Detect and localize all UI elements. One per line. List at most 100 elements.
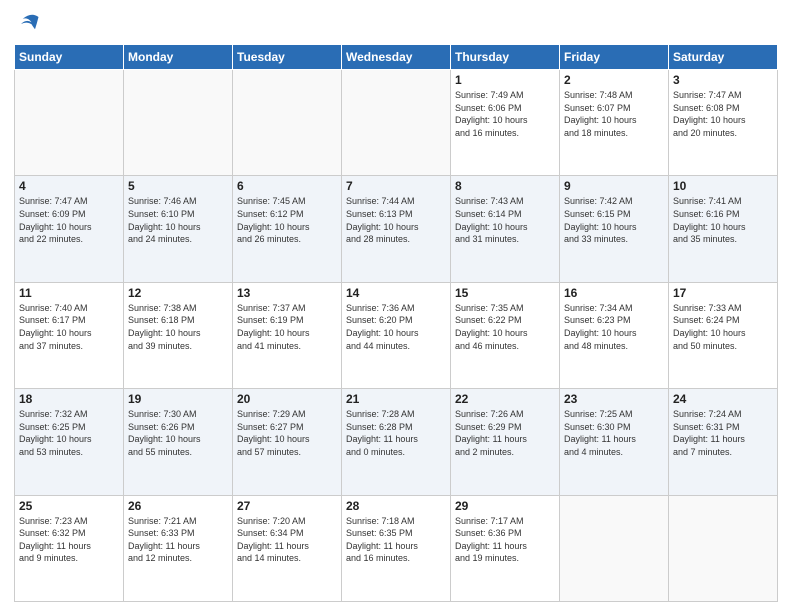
weekday-wednesday: Wednesday (342, 45, 451, 70)
weekday-header-row: SundayMondayTuesdayWednesdayThursdayFrid… (15, 45, 778, 70)
day-info: Sunrise: 7:32 AM Sunset: 6:25 PM Dayligh… (19, 408, 119, 458)
day-number: 1 (455, 73, 555, 87)
day-info: Sunrise: 7:18 AM Sunset: 6:35 PM Dayligh… (346, 515, 446, 565)
day-number: 24 (673, 392, 773, 406)
calendar-cell: 19 Sunrise: 7:30 AM Sunset: 6:26 PM Dayli… (124, 389, 233, 495)
day-info: Sunrise: 7:26 AM Sunset: 6:29 PM Dayligh… (455, 408, 555, 458)
calendar-cell (342, 70, 451, 176)
day-number: 14 (346, 286, 446, 300)
day-info: Sunrise: 7:28 AM Sunset: 6:28 PM Dayligh… (346, 408, 446, 458)
calendar-cell: 29 Sunrise: 7:17 AM Sunset: 6:36 PM Dayli… (451, 495, 560, 601)
day-number: 10 (673, 179, 773, 193)
day-number: 25 (19, 499, 119, 513)
day-info: Sunrise: 7:45 AM Sunset: 6:12 PM Dayligh… (237, 195, 337, 245)
calendar-cell: 3 Sunrise: 7:47 AM Sunset: 6:08 PM Daylig… (669, 70, 778, 176)
day-number: 2 (564, 73, 664, 87)
day-info: Sunrise: 7:24 AM Sunset: 6:31 PM Dayligh… (673, 408, 773, 458)
calendar-row: 25 Sunrise: 7:23 AM Sunset: 6:32 PM Dayli… (15, 495, 778, 601)
day-number: 9 (564, 179, 664, 193)
day-number: 23 (564, 392, 664, 406)
day-info: Sunrise: 7:35 AM Sunset: 6:22 PM Dayligh… (455, 302, 555, 352)
calendar-cell: 17 Sunrise: 7:33 AM Sunset: 6:24 PM Dayli… (669, 282, 778, 388)
day-info: Sunrise: 7:47 AM Sunset: 6:08 PM Dayligh… (673, 89, 773, 139)
calendar-cell: 10 Sunrise: 7:41 AM Sunset: 6:16 PM Dayli… (669, 176, 778, 282)
day-info: Sunrise: 7:29 AM Sunset: 6:27 PM Dayligh… (237, 408, 337, 458)
calendar-cell (15, 70, 124, 176)
weekday-sunday: Sunday (15, 45, 124, 70)
day-info: Sunrise: 7:42 AM Sunset: 6:15 PM Dayligh… (564, 195, 664, 245)
day-info: Sunrise: 7:44 AM Sunset: 6:13 PM Dayligh… (346, 195, 446, 245)
calendar-cell: 6 Sunrise: 7:45 AM Sunset: 6:12 PM Daylig… (233, 176, 342, 282)
calendar-cell: 21 Sunrise: 7:28 AM Sunset: 6:28 PM Dayli… (342, 389, 451, 495)
day-number: 21 (346, 392, 446, 406)
day-info: Sunrise: 7:49 AM Sunset: 6:06 PM Dayligh… (455, 89, 555, 139)
calendar-row: 1 Sunrise: 7:49 AM Sunset: 6:06 PM Daylig… (15, 70, 778, 176)
day-info: Sunrise: 7:21 AM Sunset: 6:33 PM Dayligh… (128, 515, 228, 565)
weekday-monday: Monday (124, 45, 233, 70)
calendar-cell: 5Sunrise: 7:46 AM Sunset: 6:10 PM Daylig… (124, 176, 233, 282)
day-number: 29 (455, 499, 555, 513)
day-info: Sunrise: 7:30 AM Sunset: 6:26 PM Dayligh… (128, 408, 228, 458)
day-number: 12 (128, 286, 228, 300)
calendar-cell: 20 Sunrise: 7:29 AM Sunset: 6:27 PM Dayli… (233, 389, 342, 495)
calendar-cell: 8 Sunrise: 7:43 AM Sunset: 6:14 PM Daylig… (451, 176, 560, 282)
calendar-cell: 1 Sunrise: 7:49 AM Sunset: 6:06 PM Daylig… (451, 70, 560, 176)
calendar-cell: 13Sunrise: 7:37 AM Sunset: 6:19 PM Dayli… (233, 282, 342, 388)
day-number: 3 (673, 73, 773, 87)
logo-icon (14, 10, 42, 38)
day-number: 22 (455, 392, 555, 406)
day-number: 16 (564, 286, 664, 300)
calendar-cell: 11 Sunrise: 7:40 AM Sunset: 6:17 PM Dayli… (15, 282, 124, 388)
weekday-saturday: Saturday (669, 45, 778, 70)
calendar-cell: 12 Sunrise: 7:38 AM Sunset: 6:18 PM Dayli… (124, 282, 233, 388)
day-number: 8 (455, 179, 555, 193)
weekday-tuesday: Tuesday (233, 45, 342, 70)
page-header (14, 10, 778, 38)
day-info: Sunrise: 7:33 AM Sunset: 6:24 PM Dayligh… (673, 302, 773, 352)
calendar-cell: 26 Sunrise: 7:21 AM Sunset: 6:33 PM Dayli… (124, 495, 233, 601)
calendar-row: 18 Sunrise: 7:32 AM Sunset: 6:25 PM Dayli… (15, 389, 778, 495)
day-info: Sunrise: 7:23 AM Sunset: 6:32 PM Dayligh… (19, 515, 119, 565)
day-number: 19 (128, 392, 228, 406)
calendar-table: SundayMondayTuesdayWednesdayThursdayFrid… (14, 44, 778, 602)
calendar-cell: 16 Sunrise: 7:34 AM Sunset: 6:23 PM Dayli… (560, 282, 669, 388)
day-number: 17 (673, 286, 773, 300)
calendar-page: SundayMondayTuesdayWednesdayThursdayFrid… (0, 0, 792, 612)
calendar-cell: 28 Sunrise: 7:18 AM Sunset: 6:35 PM Dayli… (342, 495, 451, 601)
day-info: Sunrise: 7:43 AM Sunset: 6:14 PM Dayligh… (455, 195, 555, 245)
weekday-thursday: Thursday (451, 45, 560, 70)
day-info: Sunrise: 7:17 AM Sunset: 6:36 PM Dayligh… (455, 515, 555, 565)
calendar-row: 11 Sunrise: 7:40 AM Sunset: 6:17 PM Dayli… (15, 282, 778, 388)
calendar-cell: 15 Sunrise: 7:35 AM Sunset: 6:22 PM Dayli… (451, 282, 560, 388)
day-info: Sunrise: 7:46 AM Sunset: 6:10 PM Dayligh… (128, 195, 228, 245)
calendar-cell (124, 70, 233, 176)
day-number: 28 (346, 499, 446, 513)
day-info: Sunrise: 7:38 AM Sunset: 6:18 PM Dayligh… (128, 302, 228, 352)
calendar-cell: 25 Sunrise: 7:23 AM Sunset: 6:32 PM Dayli… (15, 495, 124, 601)
calendar-cell: 9 Sunrise: 7:42 AM Sunset: 6:15 PM Daylig… (560, 176, 669, 282)
calendar-cell: 22 Sunrise: 7:26 AM Sunset: 6:29 PM Dayli… (451, 389, 560, 495)
day-info: Sunrise: 7:34 AM Sunset: 6:23 PM Dayligh… (564, 302, 664, 352)
calendar-cell (669, 495, 778, 601)
calendar-cell: 4Sunrise: 7:47 AM Sunset: 6:09 PM Daylig… (15, 176, 124, 282)
day-number: 18 (19, 392, 119, 406)
day-number: 20 (237, 392, 337, 406)
calendar-cell: 14 Sunrise: 7:36 AM Sunset: 6:20 PM Dayli… (342, 282, 451, 388)
day-number: 26 (128, 499, 228, 513)
day-info: Sunrise: 7:41 AM Sunset: 6:16 PM Dayligh… (673, 195, 773, 245)
day-info: Sunrise: 7:48 AM Sunset: 6:07 PM Dayligh… (564, 89, 664, 139)
day-info: Sunrise: 7:25 AM Sunset: 6:30 PM Dayligh… (564, 408, 664, 458)
logo (14, 10, 46, 38)
calendar-cell: 2 Sunrise: 7:48 AM Sunset: 6:07 PM Daylig… (560, 70, 669, 176)
day-number: 11 (19, 286, 119, 300)
day-number: 7 (346, 179, 446, 193)
day-info: Sunrise: 7:36 AM Sunset: 6:20 PM Dayligh… (346, 302, 446, 352)
day-info: Sunrise: 7:40 AM Sunset: 6:17 PM Dayligh… (19, 302, 119, 352)
weekday-friday: Friday (560, 45, 669, 70)
day-number: 15 (455, 286, 555, 300)
day-number: 6 (237, 179, 337, 193)
day-number: 13 (237, 286, 337, 300)
calendar-cell (560, 495, 669, 601)
calendar-cell (233, 70, 342, 176)
calendar-row: 4Sunrise: 7:47 AM Sunset: 6:09 PM Daylig… (15, 176, 778, 282)
